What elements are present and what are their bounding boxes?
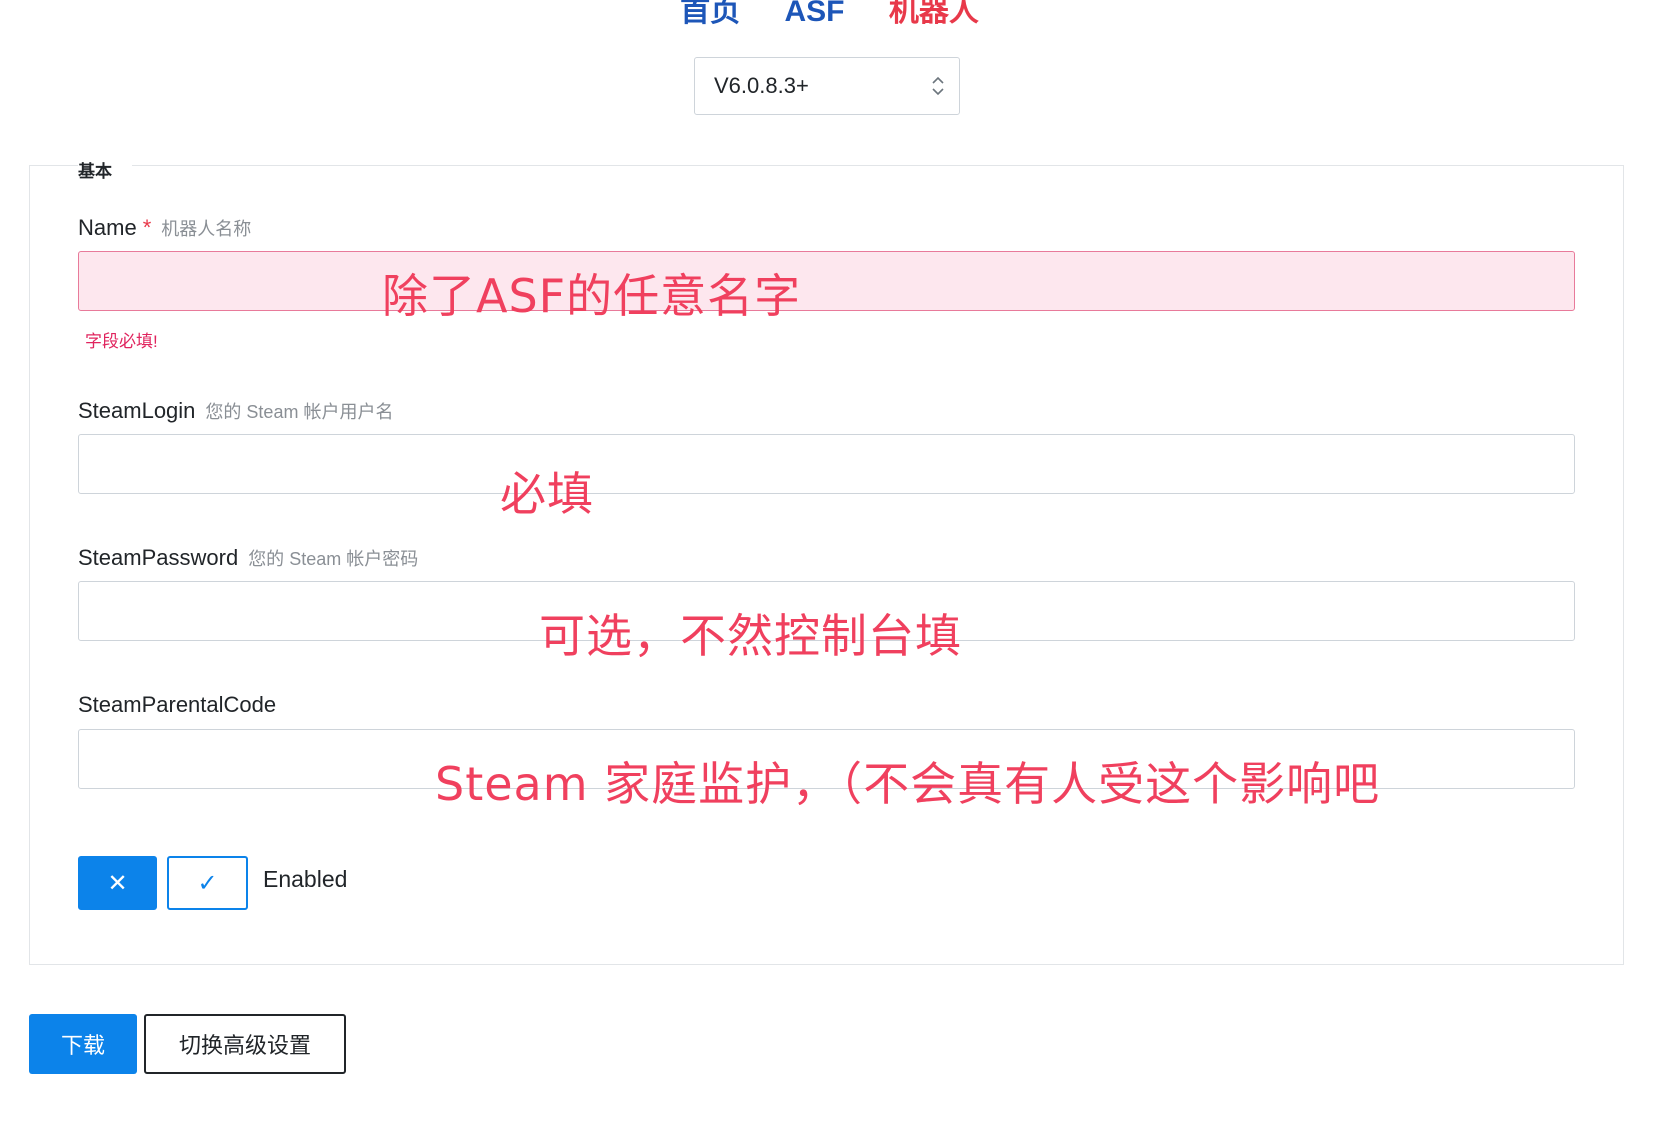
steam-login-hint: 您的 Steam 帐户用户名	[205, 402, 394, 422]
download-button[interactable]: 下载	[29, 1014, 137, 1074]
close-icon: ✕	[107, 869, 128, 897]
steam-login-label: SteamLogin 您的 Steam 帐户用户名	[78, 398, 393, 424]
enabled-label: Enabled	[263, 866, 348, 892]
version-select-value: V6.0.8.3+	[714, 73, 809, 98]
name-label: Name * 机器人名称	[78, 215, 251, 241]
version-select[interactable]: V6.0.8.3+	[694, 57, 960, 115]
enabled-off-button[interactable]: ✕	[78, 856, 157, 910]
steam-password-hint: 您的 Steam 帐户密码	[248, 549, 419, 569]
steam-password-label: SteamPassword 您的 Steam 帐户密码	[78, 545, 418, 571]
steam-login-label-text: SteamLogin	[78, 398, 196, 423]
toggle-advanced-settings-button[interactable]: 切换高级设置	[144, 1014, 346, 1074]
name-label-text: Name	[78, 215, 137, 240]
top-nav: 首页 ASF 机器人	[0, 0, 1659, 30]
annotation-parental: Steam 家庭监护，（不会真有人受这个影响吧	[435, 757, 1381, 811]
steam-login-input[interactable]	[78, 434, 1575, 494]
section-legend: 基本	[78, 157, 132, 182]
annotation-name: 除了ASF的任意名字	[382, 269, 802, 323]
steam-password-label-text: SteamPassword	[78, 545, 239, 570]
nav-link-home[interactable]: 首页	[680, 0, 740, 30]
steam-parental-code-label-text: SteamParentalCode	[78, 692, 277, 717]
steam-parental-code-label: SteamParentalCode	[78, 692, 276, 718]
sort-icon	[932, 76, 944, 96]
name-input[interactable]	[78, 251, 1575, 311]
name-hint: 机器人名称	[161, 219, 252, 239]
enabled-on-button[interactable]: ✓	[167, 856, 248, 910]
annotation-login: 必填	[500, 467, 594, 521]
nav-link-bot[interactable]: 机器人	[889, 0, 979, 30]
nav-link-asf[interactable]: ASF	[785, 0, 845, 29]
name-error-message: 字段必填!	[85, 332, 158, 351]
required-mark: *	[142, 215, 152, 240]
check-icon: ✓	[197, 869, 218, 897]
annotation-password: 可选，不然控制台填	[539, 609, 962, 663]
